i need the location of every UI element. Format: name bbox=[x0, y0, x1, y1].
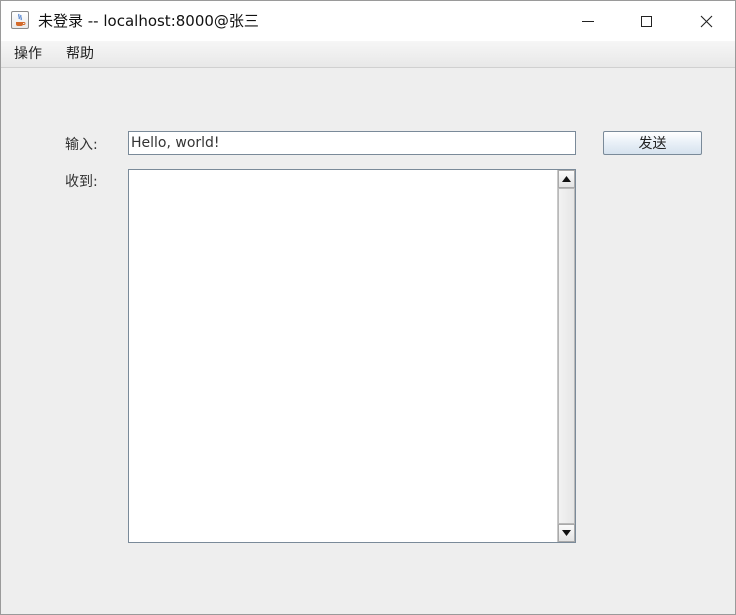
title-bar[interactable]: 未登录 -- localhost:8000@张三 bbox=[1, 1, 735, 41]
input-label: 输入: bbox=[65, 137, 98, 153]
window-title: 未登录 -- localhost:8000@张三 bbox=[38, 12, 259, 30]
menu-operation[interactable]: 操作 bbox=[14, 45, 42, 63]
arrow-up-icon bbox=[562, 176, 571, 182]
minimize-icon bbox=[582, 20, 594, 22]
maximize-icon bbox=[640, 15, 652, 27]
scroll-track[interactable] bbox=[558, 188, 575, 524]
maximize-button[interactable] bbox=[617, 1, 675, 41]
menu-help[interactable]: 帮助 bbox=[66, 45, 94, 63]
received-area bbox=[128, 169, 576, 543]
main-panel: 输入: 发送 收到: bbox=[1, 68, 735, 614]
java-coffee-icon bbox=[11, 11, 29, 29]
scroll-down-button[interactable] bbox=[558, 524, 575, 542]
message-input[interactable] bbox=[128, 131, 576, 155]
send-button[interactable]: 发送 bbox=[603, 131, 702, 155]
received-text[interactable] bbox=[129, 170, 556, 542]
arrow-down-icon bbox=[562, 530, 571, 536]
app-window: 未登录 -- localhost:8000@张三 操作 帮助 输入: 发送 收到… bbox=[0, 0, 736, 615]
vertical-scrollbar[interactable] bbox=[557, 170, 575, 542]
scroll-up-button[interactable] bbox=[558, 170, 575, 188]
received-label: 收到: bbox=[65, 174, 98, 190]
menu-bar: 操作 帮助 bbox=[1, 41, 735, 68]
minimize-button[interactable] bbox=[559, 1, 617, 41]
close-icon bbox=[700, 15, 712, 27]
close-button[interactable] bbox=[677, 1, 735, 41]
